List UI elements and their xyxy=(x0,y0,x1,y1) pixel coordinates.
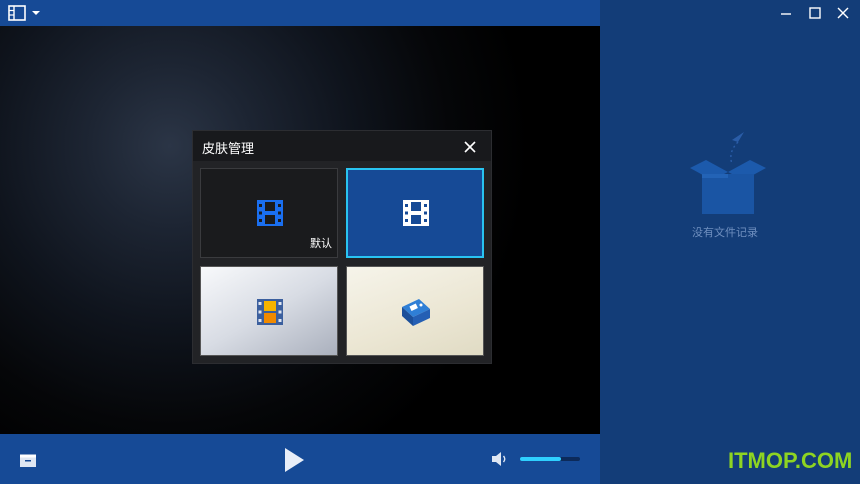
watermark-text: ITMOP.COM xyxy=(728,448,853,473)
skin-option-cream[interactable] xyxy=(346,266,484,356)
film-strip-icon xyxy=(403,200,429,226)
play-icon xyxy=(285,448,304,472)
playlist-panel xyxy=(600,0,860,484)
volume-level xyxy=(520,457,561,461)
dialog-close-button[interactable] xyxy=(463,139,477,153)
title-bar xyxy=(0,0,600,26)
speaker-icon xyxy=(492,452,506,466)
minimize-button[interactable] xyxy=(777,4,795,22)
mute-button[interactable] xyxy=(491,450,509,468)
film-strip-icon xyxy=(257,200,283,226)
play-button[interactable] xyxy=(283,447,305,473)
caret-down-icon xyxy=(32,11,40,15)
colorful-film-icon xyxy=(257,299,283,325)
skin-option-default[interactable]: 默认 xyxy=(200,168,338,258)
empty-box-icon xyxy=(690,132,766,214)
close-icon xyxy=(464,141,476,153)
skin-option-silver[interactable] xyxy=(200,266,338,356)
dialog-header: 皮肤管理 xyxy=(193,131,491,161)
dialog-title: 皮肤管理 xyxy=(202,142,255,157)
volume-slider[interactable] xyxy=(520,457,580,461)
minimize-icon xyxy=(781,13,791,15)
skin-label: 默认 xyxy=(310,237,332,250)
skin-option-blue[interactable] xyxy=(346,168,484,258)
main-menu-button[interactable] xyxy=(8,5,44,21)
film-box-icon xyxy=(402,299,430,326)
open-folder-button[interactable] xyxy=(19,453,37,467)
skin-dialog: 皮肤管理 默认 xyxy=(192,130,492,364)
close-icon xyxy=(837,7,849,19)
close-button[interactable] xyxy=(834,4,852,22)
maximize-icon xyxy=(809,7,821,19)
open-folder-icon xyxy=(20,454,36,467)
maximize-button[interactable] xyxy=(806,4,824,22)
empty-playlist-text: 没有文件记录 xyxy=(692,226,758,239)
film-strip-icon xyxy=(8,5,26,21)
